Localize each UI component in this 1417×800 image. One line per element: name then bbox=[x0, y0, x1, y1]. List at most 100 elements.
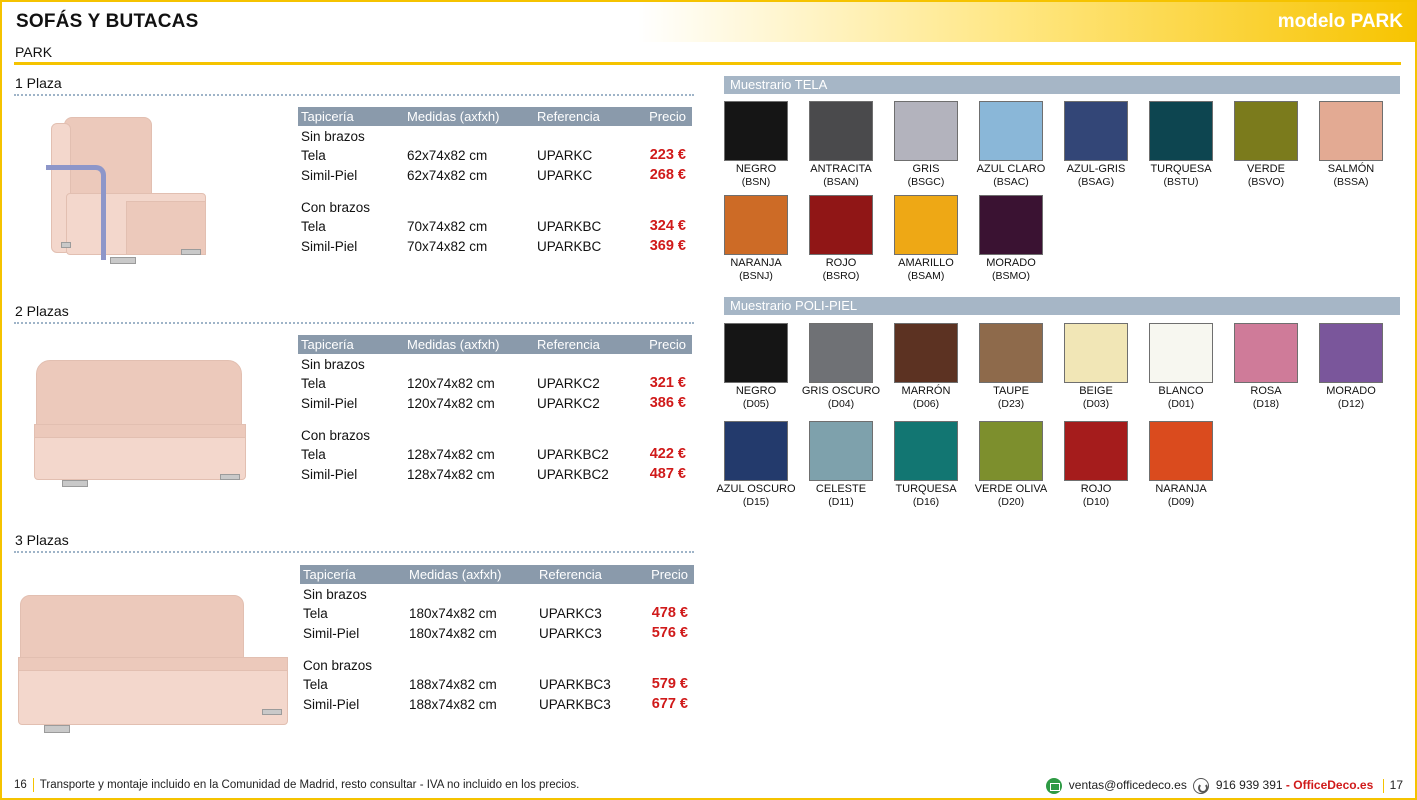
swatch-code: (D16) bbox=[912, 496, 940, 508]
swatch-azul-oscuro: AZUL OSCURO (D15) bbox=[714, 421, 798, 509]
swatch-amarillo: AMARILLO (BSAM) bbox=[884, 195, 968, 283]
col-header-tapiceria: Tapicería bbox=[301, 109, 354, 124]
price: 478 € bbox=[651, 605, 688, 621]
table-row: Tela 180x74x82 cm UPARKC3 478 € bbox=[303, 605, 688, 621]
swatch-gris-oscuro: GRIS OSCURO (D04) bbox=[799, 323, 883, 411]
swatch-morado: MORADO (BSMO) bbox=[969, 195, 1053, 283]
page-number-left: 16 bbox=[14, 779, 27, 792]
swatch-name: ANTRACITA bbox=[810, 163, 872, 175]
color-chip bbox=[809, 421, 873, 481]
swatch-name: NARANJA bbox=[730, 257, 782, 269]
swatch-name: SALMÓN bbox=[1327, 163, 1375, 175]
section-divider bbox=[14, 551, 694, 553]
swatch-name: TAUPE bbox=[993, 385, 1029, 397]
col-header-referencia: Referencia bbox=[537, 337, 600, 352]
swatch-name: NEGRO bbox=[735, 163, 777, 175]
color-chip bbox=[979, 421, 1043, 481]
swatch-code: (D20) bbox=[997, 496, 1025, 508]
swatch-morado: MORADO (D12) bbox=[1309, 323, 1393, 411]
contact-email[interactable]: ventas@officedeco.es bbox=[1069, 778, 1187, 792]
sofa-2-plazas-image bbox=[30, 360, 248, 488]
model-title: modelo PARK bbox=[1277, 11, 1403, 32]
swatch-rojo: ROJO (D10) bbox=[1054, 421, 1138, 509]
swatch-code: (D12) bbox=[1337, 398, 1365, 410]
color-chip bbox=[1064, 421, 1128, 481]
color-chip bbox=[809, 323, 873, 383]
color-chip bbox=[1319, 323, 1383, 383]
phone-icon bbox=[1193, 778, 1210, 794]
color-chip bbox=[724, 323, 788, 383]
swatch-code: (BSNJ) bbox=[739, 270, 773, 282]
swatch-antracita: ANTRACITA (BSAN) bbox=[799, 101, 883, 189]
swatch-name: AZUL OSCURO bbox=[716, 483, 796, 495]
swatch-code: (BSGC) bbox=[907, 176, 945, 188]
footer-right: ventas@officedeco.es 916 939 391 - Offic… bbox=[1046, 778, 1403, 794]
swatch-salm-n: SALMÓN (BSSA) bbox=[1309, 101, 1393, 189]
table-row: Simil-Piel 180x74x82 cm UPARKC3 576 € bbox=[303, 625, 688, 641]
price-table-1-plaza: Tapicería Medidas (axfxh) Referencia Pre… bbox=[298, 107, 692, 256]
swatch-code: (BSVO) bbox=[1247, 176, 1285, 188]
swatch-code: (D23) bbox=[997, 398, 1025, 410]
swatch-name: AZUL-GRIS bbox=[1066, 163, 1126, 175]
price: 677 € bbox=[651, 696, 688, 712]
col-header-medidas: Medidas (axfxh) bbox=[409, 567, 502, 582]
price: 369 € bbox=[649, 238, 686, 254]
swatch-code: (BSAM) bbox=[907, 270, 945, 282]
price: 268 € bbox=[649, 167, 686, 183]
table-row: Simil-Piel 128x74x82 cm UPARKBC2 487 € bbox=[301, 466, 686, 482]
swatch-name: VERDE bbox=[1247, 163, 1285, 175]
table-header: Tapicería Medidas (axfxh) Referencia Pre… bbox=[300, 565, 694, 584]
col-header-tapiceria: Tapicería bbox=[301, 337, 354, 352]
col-header-tapiceria: Tapicería bbox=[303, 567, 356, 582]
col-header-precio: Precio bbox=[651, 567, 688, 582]
swatch-name: NEGRO bbox=[735, 385, 777, 397]
color-chip bbox=[724, 195, 788, 255]
color-chip bbox=[979, 323, 1043, 383]
color-chip bbox=[894, 323, 958, 383]
color-chip bbox=[894, 101, 958, 161]
brand-name[interactable]: OfficeDeco.es bbox=[1293, 778, 1373, 792]
swatch-code: (D09) bbox=[1167, 496, 1195, 508]
table-row: Tela 70x74x82 cm UPARKBC 324 € bbox=[301, 218, 686, 234]
page-title: SOFÁS Y BUTACAS bbox=[16, 11, 199, 32]
swatch-name: VERDE OLIVA bbox=[974, 483, 1048, 495]
model-subtitle: PARK bbox=[15, 44, 53, 60]
footer-dash: - bbox=[1285, 778, 1290, 793]
col-header-precio: Precio bbox=[649, 109, 686, 124]
swatch-name: BLANCO bbox=[1158, 385, 1204, 397]
group-label: Sin brazos bbox=[301, 129, 365, 144]
swatch-azul-gris: AZUL-GRIS (BSAG) bbox=[1054, 101, 1138, 189]
page-number-right: 17 bbox=[1389, 778, 1403, 793]
swatch-code: (D01) bbox=[1167, 398, 1195, 410]
price: 321 € bbox=[649, 375, 686, 391]
color-chip bbox=[1234, 323, 1298, 383]
swatch-code: (BSAN) bbox=[823, 176, 859, 188]
swatch-name: MORADO bbox=[1326, 385, 1376, 397]
table-row: Simil-Piel 62x74x82 cm UPARKC 268 € bbox=[301, 167, 686, 183]
group-label: Sin brazos bbox=[301, 357, 365, 372]
color-chip bbox=[894, 195, 958, 255]
swatch-code: (BSAG) bbox=[1077, 176, 1115, 188]
swatch-code: (BSAC) bbox=[993, 176, 1029, 188]
swatch-name: ROSA bbox=[1250, 385, 1282, 397]
section-title-2-plazas: 2 Plazas bbox=[15, 303, 69, 319]
color-chip bbox=[1064, 323, 1128, 383]
color-chip bbox=[979, 195, 1043, 255]
swatch-name: NARANJA bbox=[1155, 483, 1207, 495]
swatch-code: (D03) bbox=[1082, 398, 1110, 410]
table-row: Tela 120x74x82 cm UPARKC2 321 € bbox=[301, 375, 686, 391]
swatch-verde: VERDE (BSVO) bbox=[1224, 101, 1308, 189]
footer-note: Transporte y montaje incluido en la Comu… bbox=[39, 779, 580, 792]
subtitle-divider bbox=[14, 62, 1401, 65]
swatch-code: (BSMO) bbox=[992, 270, 1030, 282]
table-header: Tapicería Medidas (axfxh) Referencia Pre… bbox=[298, 107, 692, 126]
price: 576 € bbox=[651, 625, 688, 641]
section-title-1-plaza: 1 Plaza bbox=[15, 75, 62, 91]
price: 324 € bbox=[649, 218, 686, 234]
price: 422 € bbox=[649, 446, 686, 462]
swatch-name: GRIS bbox=[912, 163, 940, 175]
swatch-rojo: ROJO (BSRO) bbox=[799, 195, 883, 283]
swatch-code: (D10) bbox=[1082, 496, 1110, 508]
swatch-code: (BSN) bbox=[741, 176, 771, 188]
swatch-name: ROJO bbox=[825, 257, 857, 269]
